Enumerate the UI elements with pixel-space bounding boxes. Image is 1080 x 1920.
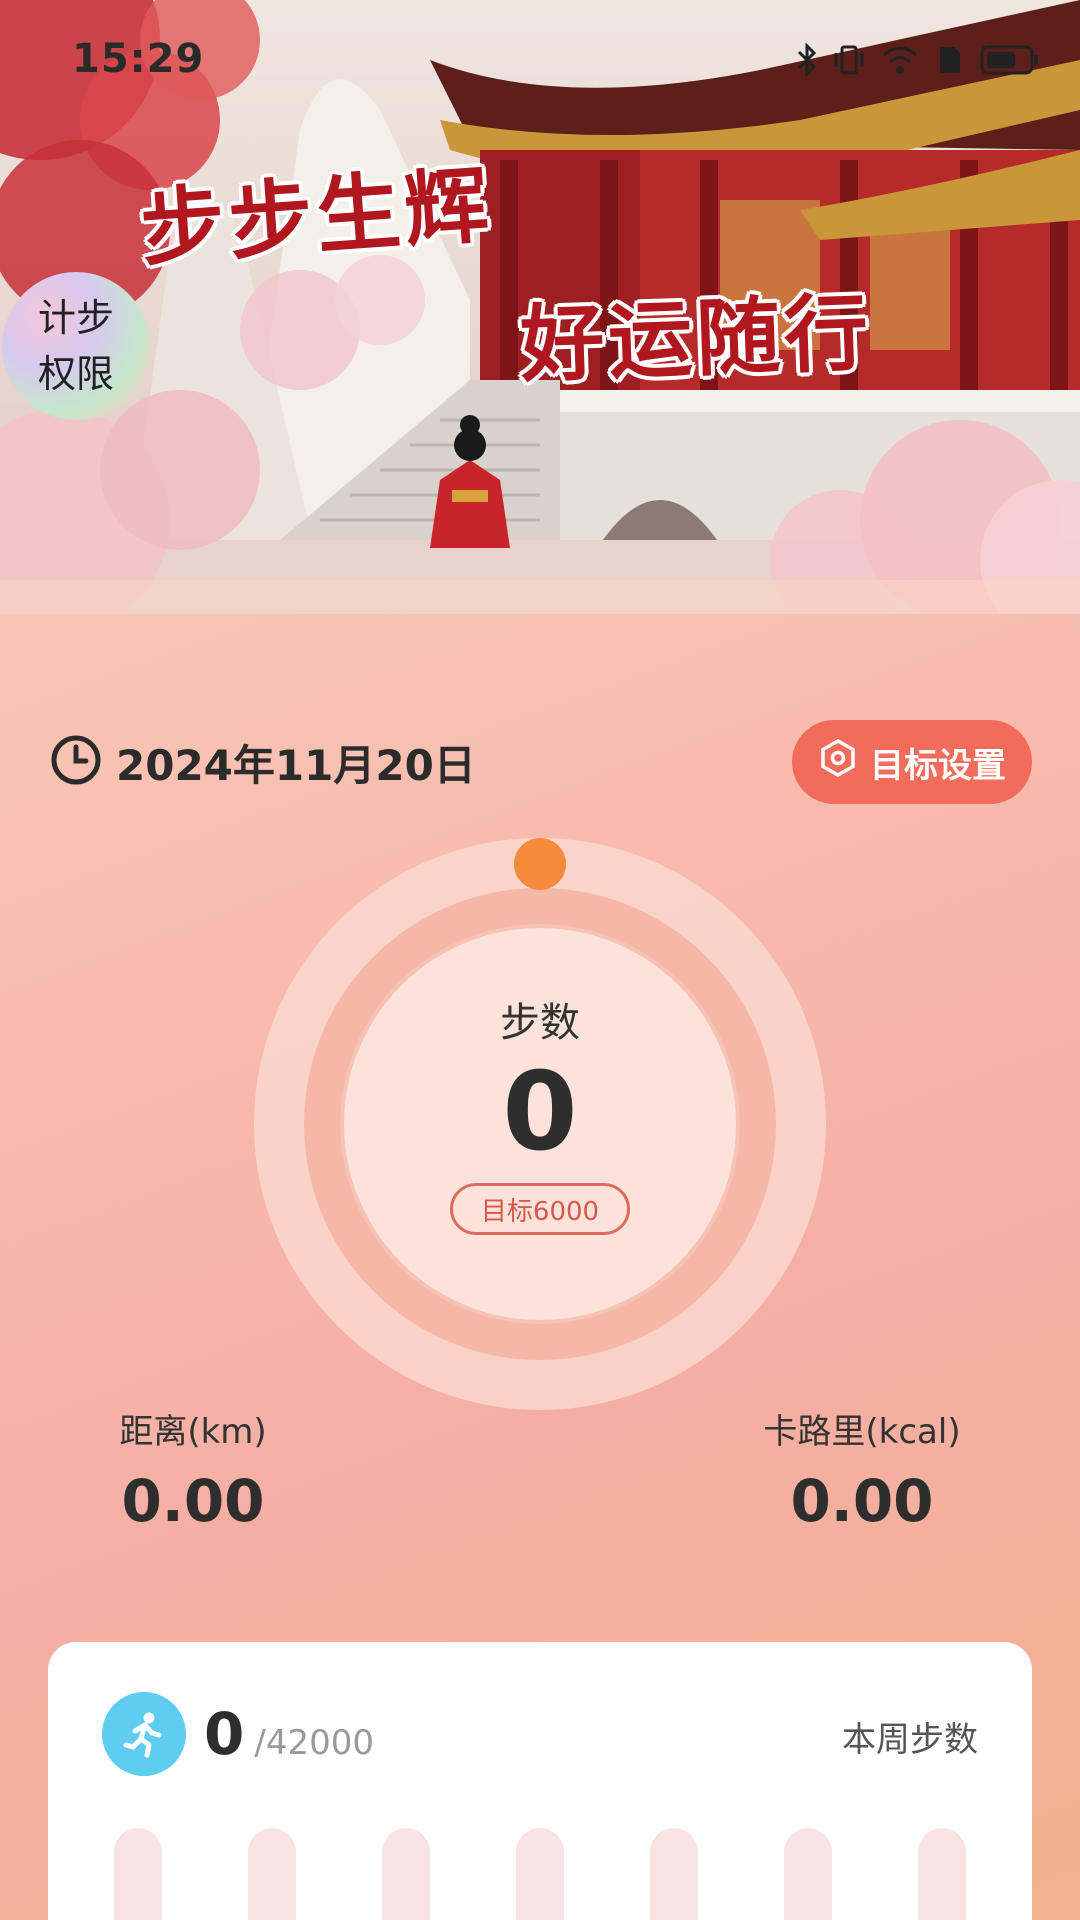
weekly-steps-count: 0 /42000: [204, 1700, 374, 1768]
banner-title-line1: 步步生辉: [137, 154, 496, 279]
sim-icon: [936, 43, 964, 77]
battery-icon: [980, 43, 1040, 77]
calorie-stat: 卡路里(kcal) 0.00: [732, 1404, 992, 1535]
bluetooth-icon: [796, 43, 818, 77]
weekly-bar-day-3: [382, 1828, 430, 1920]
running-icon: [102, 1692, 186, 1776]
weekly-bar-chart: [114, 1828, 966, 1920]
weekly-bar-day-4: [516, 1828, 564, 1920]
distance-value: 0.00: [121, 1467, 265, 1535]
goal-settings-label: 目标设置: [870, 745, 1006, 786]
permission-label-line2: 权限: [37, 352, 114, 396]
weekly-bar-day-6: [784, 1828, 832, 1920]
distance-label: 距离(km): [119, 1412, 267, 1452]
status-icons: [796, 40, 1040, 80]
weekly-steps-total: /42000: [254, 1723, 374, 1763]
calorie-label: 卡路里(kcal): [763, 1412, 961, 1452]
weekly-bar-day-7: [918, 1828, 966, 1920]
steps-value: 0: [502, 1050, 578, 1175]
steps-label: 步数: [500, 1000, 580, 1046]
current-date: 2024年11月20日: [116, 740, 476, 790]
wifi-icon: [880, 43, 920, 77]
hexagon-settings-icon: [818, 738, 858, 787]
step-goal-badge: 目标6000: [450, 1183, 630, 1235]
clock-icon: [50, 734, 102, 790]
weekly-bar-day-5: [650, 1828, 698, 1920]
weekly-steps-value: 0: [204, 1700, 245, 1768]
banner-image: 15:29 步步生辉 好运随行 计步 权限: [0, 0, 1080, 614]
progress-indicator-dot: [514, 838, 566, 890]
vibrate-icon: [834, 43, 864, 77]
weekly-bar-day-2: [248, 1828, 296, 1920]
weekly-steps-card[interactable]: 0 /42000 本周步数: [48, 1642, 1032, 1920]
calorie-value: 0.00: [790, 1467, 934, 1535]
step-permission-button[interactable]: 计步 权限: [2, 272, 150, 420]
date-row: 2024年11月20日: [50, 734, 476, 790]
weekly-steps-label: 本周步数: [842, 1720, 978, 1760]
weekly-bar-day-1: [114, 1828, 162, 1920]
banner-title-line2: 好运随行: [518, 282, 874, 395]
goal-settings-button[interactable]: 目标设置: [792, 720, 1032, 804]
permission-label-line1: 计步: [37, 296, 114, 340]
distance-stat: 距离(km) 0.00: [63, 1404, 323, 1535]
status-time: 15:29: [72, 36, 205, 82]
